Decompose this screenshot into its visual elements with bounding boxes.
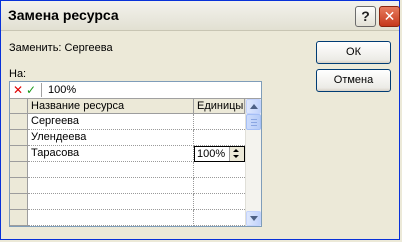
scroll-thumb[interactable] <box>246 114 261 130</box>
row-header[interactable] <box>10 194 28 210</box>
cell-units[interactable] <box>194 114 245 130</box>
ok-button[interactable]: ОК <box>316 41 391 64</box>
divider <box>41 83 42 97</box>
resource-grid[interactable]: ✕ ✓ 100% Название ресурса Единицы Сергее… <box>9 81 262 227</box>
x-icon[interactable]: ✕ <box>13 83 23 97</box>
cell-units[interactable] <box>194 210 245 226</box>
units-value[interactable]: 100% <box>197 147 225 161</box>
arrow-down-icon <box>250 216 258 221</box>
grip-line <box>251 125 257 126</box>
grip-line <box>251 122 257 123</box>
title-bar[interactable]: Замена ресурса ? ✕ <box>1 1 400 31</box>
replace-resource-dialog: Замена ресурса ? ✕ Заменить: Сергеева На… <box>0 0 400 240</box>
scroll-down-button[interactable] <box>246 211 261 226</box>
cell-units[interactable] <box>194 178 245 194</box>
cell-name[interactable]: Сергеева <box>28 114 194 130</box>
close-button[interactable]: ✕ <box>379 6 400 27</box>
cell-name[interactable] <box>28 162 194 178</box>
cell-units[interactable] <box>194 130 245 146</box>
cancel-button[interactable]: Отмена <box>316 69 391 92</box>
cell-name[interactable] <box>28 210 194 226</box>
cell-name[interactable] <box>28 194 194 210</box>
row-header[interactable] <box>10 210 28 226</box>
row-header[interactable] <box>10 178 28 194</box>
grid-corner[interactable] <box>10 99 28 114</box>
row-header[interactable] <box>10 130 28 146</box>
arrow-up-icon <box>250 104 258 109</box>
vertical-scrollbar[interactable] <box>245 99 261 226</box>
entry-value[interactable]: 100% <box>48 83 76 97</box>
cell-name[interactable]: Улендеева <box>28 130 194 146</box>
help-button[interactable]: ? <box>355 6 376 27</box>
spin-down-icon[interactable] <box>233 155 239 158</box>
cell-units[interactable] <box>194 162 245 178</box>
cell-units[interactable] <box>194 194 245 210</box>
row-header[interactable] <box>10 146 28 162</box>
cell-name[interactable]: Тарасова <box>28 146 194 162</box>
entry-bar: ✕ ✓ 100% <box>10 82 261 99</box>
column-header-units[interactable]: Единицы <box>194 99 245 114</box>
units-spinner[interactable]: 100% <box>194 146 245 162</box>
check-icon[interactable]: ✓ <box>26 83 36 97</box>
window-title: Замена ресурса <box>8 7 119 23</box>
on-label: На: <box>9 68 27 80</box>
row-header[interactable] <box>10 162 28 178</box>
cell-name[interactable] <box>28 178 194 194</box>
grip-line <box>251 119 257 120</box>
spinner-buttons[interactable] <box>229 147 244 161</box>
column-header-name[interactable]: Название ресурса <box>28 99 194 114</box>
scroll-up-button[interactable] <box>246 99 261 114</box>
spin-up-icon[interactable] <box>233 149 239 152</box>
replace-label: Заменить: Сергеева <box>9 42 113 54</box>
row-header[interactable] <box>10 114 28 130</box>
